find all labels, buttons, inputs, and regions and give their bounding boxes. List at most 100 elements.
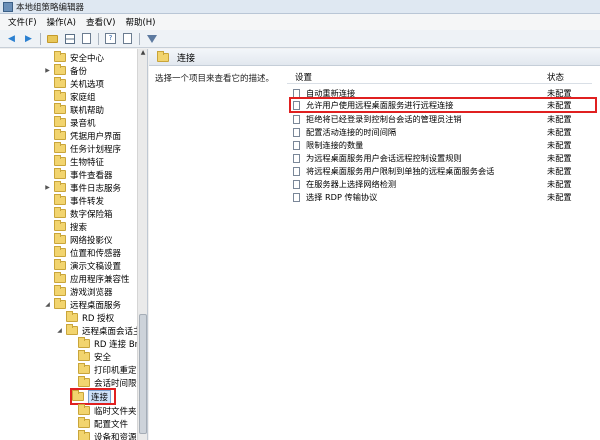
forward-arrow-icon[interactable]: ▶	[21, 32, 36, 46]
folder-icon	[78, 404, 90, 415]
tree-pane: 安全中心 ▶ 备份 关机选项 家庭组 联机帮助 录音机 凭据用户界面 任务计划程序…	[0, 49, 148, 440]
tree-item-app-compat[interactable]: 应用程序兼容性	[44, 272, 130, 285]
tree-item-event-viewer[interactable]: 事件查看器	[44, 168, 113, 181]
tree-item-backup[interactable]: ▶ 备份	[44, 64, 87, 77]
folder-icon	[78, 337, 90, 348]
setting-row[interactable]: 配置活动连接的时间间隔 未配置	[293, 126, 593, 138]
back-arrow-icon[interactable]: ◀	[4, 32, 19, 46]
setting-row[interactable]: 拒绝将已经登录到控制台会话的管理员注销 未配置	[293, 113, 593, 125]
policy-setting-icon	[293, 114, 300, 124]
folder-icon	[54, 129, 66, 140]
setting-row[interactable]: 限制连接的数量 未配置	[293, 139, 593, 151]
folder-up-icon[interactable]	[45, 32, 60, 46]
tree-item-rd-session-host[interactable]: ◢ 远程桌面会话主	[56, 324, 142, 337]
policy-setting-icon	[293, 100, 300, 110]
properties-2-icon[interactable]	[120, 32, 135, 46]
setting-row[interactable]: 为远程桌面服务用户会话远程控制设置规则 未配置	[293, 152, 593, 164]
folder-icon	[78, 350, 90, 361]
menu-action[interactable]: 操作(A)	[42, 16, 81, 28]
policy-setting-icon	[293, 88, 300, 98]
folder-icon	[54, 246, 66, 257]
tree-item-digital-locker[interactable]: 数字保险箱	[44, 207, 113, 220]
scroll-up-icon[interactable]: ▲	[138, 49, 147, 59]
folder-icon	[54, 285, 66, 296]
tree-item-credential-ui[interactable]: 凭据用户界面	[44, 129, 121, 142]
column-header-status[interactable]: 状态	[547, 71, 564, 83]
folder-icon	[54, 116, 66, 127]
tree-item-temp-folders[interactable]: 临时文件夹	[68, 404, 137, 417]
details-header-title: 连接	[177, 53, 196, 64]
expand-icon[interactable]: ▶	[44, 67, 51, 74]
setting-row[interactable]: 选择 RDP 传输协议 未配置	[293, 191, 593, 203]
tree-item-network-projector[interactable]: 网络投影仪	[44, 233, 113, 246]
tree-scrollbar[interactable]: ▲	[137, 49, 147, 440]
column-header-setting[interactable]: 设置	[295, 71, 312, 83]
tree-item-homegroup[interactable]: 家庭组	[44, 90, 96, 103]
folder-icon	[54, 259, 66, 270]
tree-item-task-scheduler[interactable]: 任务计划程序	[44, 142, 121, 155]
tree-item-biometrics[interactable]: 生物特征	[44, 155, 104, 168]
tree-item-event-log-service[interactable]: ▶ 事件日志服务	[44, 181, 121, 194]
tree-item-shutdown-options[interactable]: 关机选项	[44, 77, 104, 90]
folder-icon	[54, 90, 66, 101]
policy-setting-icon	[293, 179, 300, 189]
folder-open-icon	[72, 390, 84, 401]
toolbar-separator	[139, 32, 140, 45]
setting-row[interactable]: 将远程桌面服务用户限制到单独的远程桌面服务会话 未配置	[293, 165, 593, 177]
tree-item-rd-licensing[interactable]: RD 授权	[56, 311, 114, 324]
tree-item-online-help[interactable]: 联机帮助	[44, 103, 104, 116]
tree-item-presentation-settings[interactable]: 演示文稿设置	[44, 259, 121, 272]
folder-icon	[78, 363, 90, 374]
tree-item-printer-redirection[interactable]: 打印机重定	[68, 363, 137, 376]
folder-icon	[54, 51, 66, 62]
setting-row-highlighted[interactable]: 允许用户使用远程桌面服务进行远程连接 未配置	[289, 97, 597, 113]
toolbar-separator	[98, 32, 99, 45]
details-header: 连接	[149, 49, 600, 66]
tree-item-rd-connection-broker[interactable]: RD 连接 Bro	[68, 337, 143, 350]
title-bar: 本地组策略编辑器	[0, 0, 600, 14]
tree-item-game-explorer[interactable]: 游戏浏览器	[44, 285, 113, 298]
toolbar: ◀ ▶ ?	[0, 30, 600, 48]
menu-file[interactable]: 文件(F)	[3, 16, 42, 28]
setting-row[interactable]: 在服务器上选择网络检测 未配置	[293, 178, 593, 190]
scrollbar-thumb[interactable]	[139, 314, 147, 434]
folder-icon	[78, 430, 90, 440]
policy-setting-icon	[293, 127, 300, 137]
filter-icon[interactable]	[144, 32, 159, 46]
folder-icon	[54, 155, 66, 166]
tree-item-remote-desktop-services[interactable]: ◢ 远程桌面服务	[44, 298, 121, 311]
tree-item-profiles[interactable]: 配置文件	[68, 417, 128, 430]
tree-item-security-center[interactable]: 安全中心	[44, 51, 104, 64]
folder-icon	[54, 298, 66, 309]
tree-item-sound-recorder[interactable]: 录音机	[44, 116, 96, 129]
folder-icon	[66, 324, 78, 335]
folder-icon	[66, 311, 78, 322]
collapse-icon[interactable]: ◢	[56, 327, 63, 334]
menu-view[interactable]: 查看(V)	[81, 16, 120, 28]
expand-icon[interactable]: ▶	[44, 184, 51, 191]
tree-item-device-redirection[interactable]: 设备和资源重	[68, 430, 145, 440]
tree-item-security[interactable]: 安全	[68, 350, 111, 363]
policy-setting-icon	[293, 166, 300, 176]
tree-item-session-time-limits[interactable]: 会话时间限制	[68, 376, 145, 389]
menu-help[interactable]: 帮助(H)	[120, 16, 160, 28]
tree-item-connections[interactable]: 连接	[69, 388, 117, 405]
show-hide-tree-icon[interactable]	[62, 32, 77, 46]
properties-icon[interactable]	[79, 32, 94, 46]
folder-icon	[54, 168, 66, 179]
details-pane: 连接 选择一个项目来查看它的描述。 设置 状态 自动重新连接 未配置 允许用户使用…	[149, 49, 600, 440]
folder-icon	[78, 417, 90, 428]
tree-item-event-forwarding[interactable]: 事件转发	[44, 194, 104, 207]
folder-icon	[54, 64, 66, 75]
folder-icon	[157, 50, 169, 62]
tree-item-search[interactable]: 搜索	[44, 220, 87, 233]
setting-row[interactable]: 自动重新连接 未配置	[293, 87, 593, 99]
folder-icon	[54, 142, 66, 153]
help-icon[interactable]: ?	[103, 32, 118, 46]
collapse-icon[interactable]: ◢	[44, 301, 51, 308]
window-title: 本地组策略编辑器	[16, 2, 85, 13]
folder-icon	[54, 272, 66, 283]
policy-setting-icon	[293, 192, 300, 202]
tree-item-location-sensors[interactable]: 位置和传感器	[44, 246, 121, 259]
folder-icon	[54, 103, 66, 114]
